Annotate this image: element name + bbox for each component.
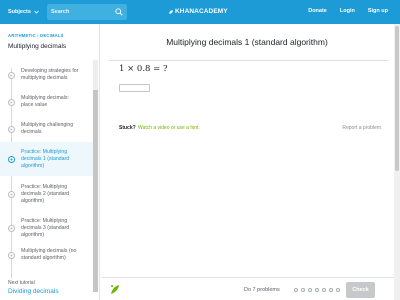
exercise-title: Multiplying decimals 1 (standard algorit… (166, 37, 328, 47)
title-divider (109, 60, 389, 61)
subjects-label: Subjects (8, 9, 31, 15)
sidebar-scrollbar-thumb[interactable] (93, 90, 98, 292)
progress-dot (322, 288, 326, 292)
top-navigation-bar: Subjects Search KHANACADEMY Donate Login… (0, 0, 400, 24)
exercise-footer: Do 7 problems Check (101, 277, 394, 300)
signup-link[interactable]: Sign up (368, 8, 388, 14)
problem-statement: 1 × 0.8 = ? (119, 64, 168, 74)
exercise-icon (8, 224, 15, 232)
exercise-icon (8, 155, 15, 163)
report-problem-link[interactable]: Report a problem (342, 125, 381, 131)
answer-input[interactable] (119, 84, 150, 92)
login-link[interactable]: Login (340, 8, 355, 14)
search-icon[interactable] (115, 8, 123, 16)
search-input[interactable]: Search (47, 4, 127, 20)
progress-dot (329, 288, 333, 292)
exercise-panel: Multiplying decimals 1 (standard algorit… (101, 24, 393, 300)
sidebar-item-label: Practice: Multiplying decimals 1 (standa… (21, 148, 70, 169)
progress-dot (294, 288, 298, 292)
search-placeholder: Search (51, 9, 70, 15)
sidebar-item-developing-strategies[interactable]: Developing strategies for multiplying de… (0, 62, 93, 88)
sidebar-item-no-standard-algorithm[interactable]: Multiplying decimals (no standard algori… (0, 244, 93, 266)
progress-dot (301, 288, 305, 292)
stuck-label: Stuck? (119, 125, 136, 131)
sidebar-item-practice-1[interactable]: Practice: Multiplying decimals 1 (standa… (0, 142, 93, 176)
main-scrollbar-thumb[interactable] (395, 26, 399, 171)
play-icon (8, 71, 15, 79)
sidebar-item-practice-2[interactable]: Practice: Multiplying decimals 2 (standa… (0, 177, 93, 211)
leaf-icon (111, 285, 119, 294)
subjects-menu[interactable]: Subjects (8, 9, 43, 15)
breadcrumb[interactable]: ARITHMETIC › DECIMALS (8, 33, 64, 38)
sidebar-item-label: Multiplying challenging decimals (21, 122, 74, 135)
chevron-down-icon (34, 10, 39, 14)
play-icon (8, 98, 15, 106)
next-tutorial-link[interactable]: Dividing decimals (8, 288, 59, 295)
exercise-icon (8, 190, 15, 198)
sidebar-item-label: Practice: Multiplying decimals 3 (standa… (21, 217, 70, 238)
check-button[interactable]: Check (346, 282, 375, 298)
progress-dots (294, 288, 340, 292)
exercise-icon (8, 251, 15, 259)
sidebar-item-label: Developing strategies for multiplying de… (21, 68, 79, 81)
sidebar-item-practice-3[interactable]: Practice: Multiplying decimals 3 (standa… (0, 211, 93, 245)
play-icon (8, 125, 15, 133)
hint-link[interactable]: Watch a video or use a hint. (138, 125, 200, 131)
sidebar-item-place-value[interactable]: Multiplying decimals: place value (0, 88, 93, 116)
sidebar-item-label: Multiplying decimals: place value (21, 95, 69, 108)
sidebar-item-label: Practice: Multiplying decimals 2 (standa… (21, 183, 70, 204)
next-tutorial-label: Next tutorial (8, 280, 35, 286)
problem-count-label: Do 7 problems (244, 287, 280, 293)
sidebar-item-label: Multiplying decimals (no standard algori… (21, 248, 77, 261)
logo-text: KHANACADEMY (175, 8, 228, 15)
sidebar-item-challenging-decimals[interactable]: Multiplying challenging decimals (0, 116, 93, 142)
progress-dot (336, 288, 340, 292)
donate-link[interactable]: Donate (308, 8, 327, 14)
khan-academy-logo[interactable]: KHANACADEMY (168, 8, 228, 15)
tutorial-sidebar: ARITHMETIC › DECIMALS Multiplying decima… (0, 24, 100, 300)
progress-dot (315, 288, 319, 292)
progress-dot (308, 288, 312, 292)
leaf-logo-icon (169, 9, 173, 14)
tutorial-title: Multiplying decimals (8, 43, 67, 50)
top-nav-links: Donate Login Sign up (308, 8, 388, 14)
